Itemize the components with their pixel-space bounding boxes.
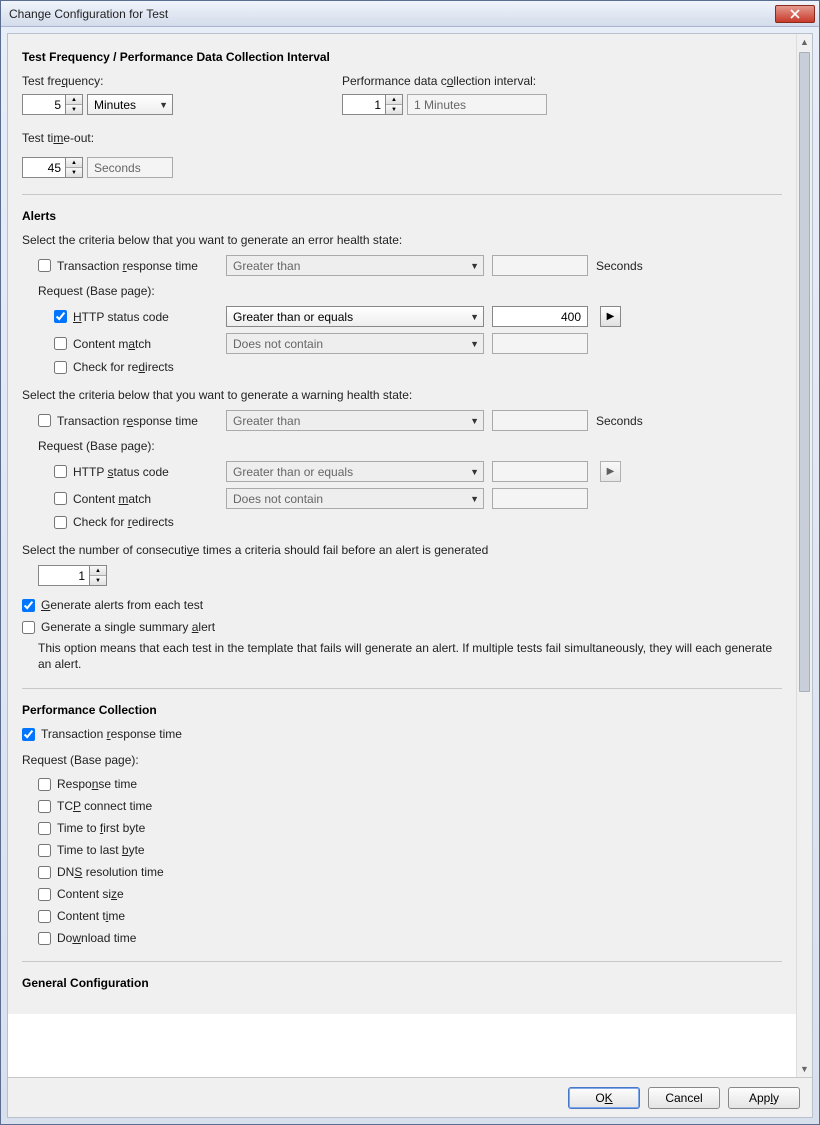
warn-content-match-op-combo[interactable]: Does not contain▼ xyxy=(226,488,484,509)
chevron-down-icon: ▼ xyxy=(462,261,479,271)
spin-down-icon[interactable]: ▼ xyxy=(386,105,402,114)
perf-download-time-check[interactable]: Download time xyxy=(38,931,782,945)
seconds-label: Seconds xyxy=(596,259,643,273)
error-trans-resp-value xyxy=(492,255,588,276)
warning-criteria-desc: Select the criteria below that you want … xyxy=(22,388,782,402)
chevron-down-icon: ▼ xyxy=(462,339,479,349)
cancel-button[interactable]: Cancel xyxy=(648,1087,720,1109)
seconds-label-2: Seconds xyxy=(596,414,643,428)
section-test-frequency-title: Test Frequency / Performance Data Collec… xyxy=(22,50,782,64)
section-general-title: General Configuration xyxy=(22,976,782,990)
apply-button[interactable]: Apply xyxy=(728,1087,800,1109)
close-button[interactable] xyxy=(775,5,815,23)
spin-down-icon[interactable]: ▼ xyxy=(66,105,82,114)
warn-content-match-check[interactable]: Content match xyxy=(54,492,218,506)
divider xyxy=(22,194,782,195)
vertical-scrollbar[interactable]: ▲ ▼ xyxy=(796,34,812,1077)
chevron-down-icon: ▼ xyxy=(462,467,479,477)
error-http-status-check[interactable]: HTTP status code xyxy=(54,310,218,324)
perf-content-time-check[interactable]: Content time xyxy=(38,909,782,923)
consecutive-input[interactable] xyxy=(38,565,90,586)
error-trans-resp-check[interactable]: Transaction response time xyxy=(38,259,218,273)
chevron-down-icon: ▼ xyxy=(462,312,479,322)
error-http-status-op-combo[interactable]: Greater than or equals▼ xyxy=(226,306,484,327)
perf-content-size-check[interactable]: Content size xyxy=(38,887,782,901)
error-content-match-op-combo[interactable]: Does not contain▼ xyxy=(226,333,484,354)
spin-up-icon[interactable]: ▲ xyxy=(386,95,402,105)
alert-option-note: This option means that each test in the … xyxy=(38,640,782,672)
timeout-input[interactable] xyxy=(22,157,66,178)
warn-trans-resp-check[interactable]: Transaction response time xyxy=(38,414,218,428)
error-trans-resp-op-combo[interactable]: Greater than▼ xyxy=(226,255,484,276)
divider xyxy=(22,688,782,689)
warn-trans-resp-value xyxy=(492,410,588,431)
warn-check-redirects-check[interactable]: Check for redirects xyxy=(54,515,218,529)
section-perf-title: Performance Collection xyxy=(22,703,782,717)
spin-up-icon[interactable]: ▲ xyxy=(90,566,106,576)
perf-interval-input[interactable] xyxy=(342,94,386,115)
scroll-area: Test Frequency / Performance Data Collec… xyxy=(8,34,812,1077)
perf-trans-resp-check[interactable]: Transaction response time xyxy=(22,727,782,741)
scrollbar-thumb[interactable] xyxy=(799,52,810,692)
warn-request-base-label: Request (Base page): xyxy=(38,439,782,453)
error-request-base-label: Request (Base page): xyxy=(38,284,782,298)
perf-interval-display: 1 Minutes xyxy=(407,94,547,115)
dialog-window: Change Configuration for Test Test Frequ… xyxy=(0,0,820,1125)
dialog-body: Test Frequency / Performance Data Collec… xyxy=(7,33,813,1118)
chevron-down-icon: ▼ xyxy=(151,100,168,110)
scroll-down-icon[interactable]: ▼ xyxy=(797,1061,812,1077)
warn-http-status-play-button[interactable]: ▶ xyxy=(600,461,621,482)
perf-interval-label: Performance data collection interval: xyxy=(342,74,782,88)
error-content-match-value xyxy=(492,333,588,354)
timeout-block: Test time-out: ▲▼ Seconds xyxy=(22,131,782,184)
perf-items-list: Response time TCP connect time Time to f… xyxy=(38,777,782,945)
warn-http-status-value xyxy=(492,461,588,482)
test-frequency-unit-text: Minutes xyxy=(94,98,136,112)
test-frequency-spinner[interactable]: ▲▼ xyxy=(22,94,83,115)
section-alerts-title: Alerts xyxy=(22,209,782,223)
button-bar: OK Cancel Apply xyxy=(8,1077,812,1117)
error-content-match-check[interactable]: Content match xyxy=(54,337,218,351)
timeout-spinner[interactable]: ▲▼ xyxy=(22,157,83,178)
chevron-down-icon: ▼ xyxy=(462,494,479,504)
perf-tcp-connect-check[interactable]: TCP connect time xyxy=(38,799,782,813)
error-criteria-desc: Select the criteria below that you want … xyxy=(22,233,782,247)
warn-trans-resp-op-combo[interactable]: Greater than▼ xyxy=(226,410,484,431)
perf-response-time-check[interactable]: Response time xyxy=(38,777,782,791)
gen-single-alert-check[interactable]: Generate a single summary alert xyxy=(22,620,782,634)
titlebar[interactable]: Change Configuration for Test xyxy=(1,1,819,27)
gen-alerts-each-check[interactable]: Generate alerts from each test xyxy=(22,598,782,612)
timeout-unit: Seconds xyxy=(87,157,173,178)
spin-down-icon[interactable]: ▼ xyxy=(90,576,106,585)
spin-down-icon[interactable]: ▼ xyxy=(66,168,82,177)
error-check-redirects-check[interactable]: Check for redirects xyxy=(54,360,218,374)
warn-content-match-value xyxy=(492,488,588,509)
error-http-status-value[interactable] xyxy=(492,306,588,327)
divider xyxy=(22,961,782,962)
consecutive-desc: Select the number of consecutive times a… xyxy=(22,543,782,557)
chevron-down-icon: ▼ xyxy=(462,416,479,426)
close-icon xyxy=(790,9,800,19)
ok-button[interactable]: OK xyxy=(568,1087,640,1109)
http-status-play-button[interactable]: ▶ xyxy=(600,306,621,327)
spin-up-icon[interactable]: ▲ xyxy=(66,158,82,168)
content-pane: Test Frequency / Performance Data Collec… xyxy=(8,34,796,1014)
spin-up-icon[interactable]: ▲ xyxy=(66,95,82,105)
test-frequency-input[interactable] xyxy=(22,94,66,115)
window-title: Change Configuration for Test xyxy=(9,7,775,21)
perf-interval-spinner[interactable]: ▲▼ xyxy=(342,94,403,115)
consecutive-spinner[interactable]: ▲▼ xyxy=(38,565,782,586)
perf-ttlb-check[interactable]: Time to last byte xyxy=(38,843,782,857)
test-frequency-unit-combo[interactable]: Minutes ▼ xyxy=(87,94,173,115)
test-frequency-label: Test frequency: xyxy=(22,74,302,88)
warn-http-status-check[interactable]: HTTP status code xyxy=(54,465,218,479)
perf-request-base-label: Request (Base page): xyxy=(22,753,782,767)
perf-dns-check[interactable]: DNS resolution time xyxy=(38,865,782,879)
timeout-label: Test time-out: xyxy=(22,131,782,145)
perf-ttfb-check[interactable]: Time to first byte xyxy=(38,821,782,835)
warn-http-status-op-combo[interactable]: Greater than or equals▼ xyxy=(226,461,484,482)
freq-row: Test frequency: ▲▼ Minutes ▼ xyxy=(22,74,782,121)
scroll-up-icon[interactable]: ▲ xyxy=(797,34,812,50)
